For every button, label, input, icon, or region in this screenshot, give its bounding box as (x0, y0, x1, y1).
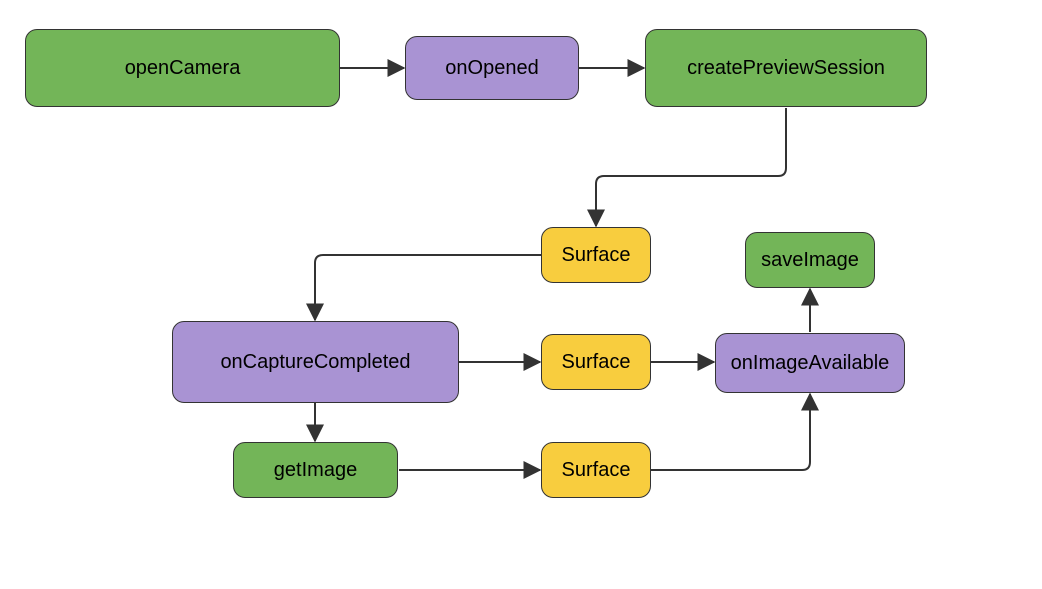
node-label: getImage (274, 459, 357, 482)
node-get-image: getImage (233, 442, 398, 498)
node-label: onCaptureCompleted (220, 351, 410, 374)
node-label: saveImage (761, 249, 859, 272)
node-create-preview-session: createPreviewSession (645, 29, 927, 107)
node-label: Surface (562, 244, 631, 267)
edge-surface3-onimage (651, 394, 810, 470)
edge-createpreview-surface1 (596, 108, 786, 226)
edge-surface1-oncapture (315, 255, 541, 320)
node-on-opened: onOpened (405, 36, 579, 100)
node-surface-1: Surface (541, 227, 651, 283)
node-label: createPreviewSession (687, 57, 885, 80)
node-save-image: saveImage (745, 232, 875, 288)
node-surface-2: Surface (541, 334, 651, 390)
node-on-capture-completed: onCaptureCompleted (172, 321, 459, 403)
node-label: onOpened (445, 57, 538, 80)
node-label: openCamera (125, 57, 241, 80)
node-surface-3: Surface (541, 442, 651, 498)
node-label: onImageAvailable (731, 352, 890, 375)
node-on-image-available: onImageAvailable (715, 333, 905, 393)
node-label: Surface (562, 459, 631, 482)
node-open-camera: openCamera (25, 29, 340, 107)
node-label: Surface (562, 351, 631, 374)
